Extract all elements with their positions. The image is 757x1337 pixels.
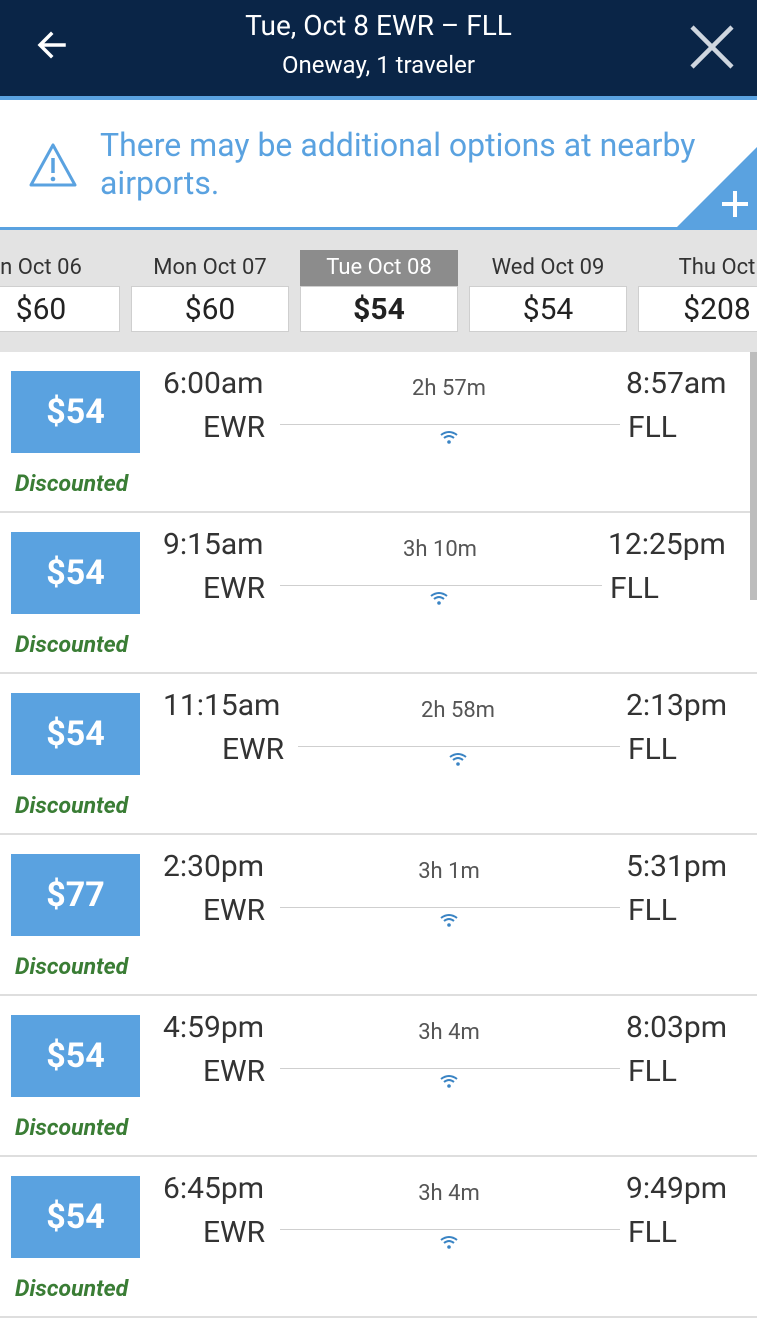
wifi-icon <box>440 1236 458 1249</box>
fare-price-button[interactable]: $54 <box>11 532 140 614</box>
discount-label: Discounted <box>15 470 129 497</box>
flight-row[interactable]: $54 Discounted 4:59pm EWR 3h 4m 8:03pm F… <box>0 996 757 1157</box>
departure-airport: EWR <box>203 1054 266 1089</box>
date-tab[interactable]: Wed Oct 09 $54 <box>469 250 627 332</box>
date-label: Wed Oct 09 <box>469 250 627 286</box>
date-tab[interactable]: n Oct 06 $60 <box>0 250 120 332</box>
flight-results-list: $54 Discounted 6:00am EWR 2h 57m 8:57am … <box>0 352 757 1318</box>
flight-duration: 2h 58m <box>421 698 495 723</box>
discount-label: Discounted <box>15 792 129 819</box>
route-line <box>280 1229 620 1230</box>
flight-row[interactable]: $54 Discounted 6:00am EWR 2h 57m 8:57am … <box>0 352 757 513</box>
flight-row[interactable]: $54 Discounted 6:45pm EWR 3h 4m 9:49pm F… <box>0 1157 757 1318</box>
flight-duration: 3h 10m <box>403 537 477 562</box>
arrival-airport: FLL <box>628 1215 677 1250</box>
departure-airport: EWR <box>222 732 285 767</box>
date-price: $60 <box>0 286 120 332</box>
discount-label: Discounted <box>15 631 129 658</box>
discount-label: Discounted <box>15 1114 129 1141</box>
close-icon[interactable] <box>688 23 736 71</box>
arrival-airport: FLL <box>628 732 677 767</box>
app-header: Tue, Oct 8 EWR – FLL Oneway, 1 traveler <box>0 0 757 100</box>
flight-row[interactable]: $54 Discounted 11:15am EWR 2h 58m 2:13pm… <box>0 674 757 835</box>
arrival-time: 9:49pm <box>626 1171 728 1206</box>
date-tab[interactable]: Thu Oct $208 <box>638 250 757 332</box>
flight-duration: 3h 4m <box>418 1181 480 1206</box>
flight-duration: 3h 1m <box>418 859 480 884</box>
page-subtitle: Oneway, 1 traveler <box>282 51 475 79</box>
flight-row[interactable]: $54 Discounted 9:15am EWR 3h 10m 12:25pm… <box>0 513 757 674</box>
arrival-airport: FLL <box>628 410 677 445</box>
route-line <box>280 907 620 908</box>
fare-price-button[interactable]: $54 <box>11 1015 140 1097</box>
discount-label: Discounted <box>15 1275 129 1302</box>
arrival-time: 8:57am <box>626 366 727 401</box>
date-label: n Oct 06 <box>0 250 120 286</box>
fare-price-button[interactable]: $77 <box>11 854 140 936</box>
route-line <box>280 1068 620 1069</box>
arrival-airport: FLL <box>628 893 677 928</box>
departure-airport: EWR <box>203 410 266 445</box>
arrival-airport: FLL <box>610 571 659 606</box>
wifi-icon <box>430 592 448 605</box>
warning-triangle-icon <box>29 143 77 187</box>
departure-airport: EWR <box>203 1215 266 1250</box>
page-title: Tue, Oct 8 EWR – FLL <box>245 9 512 42</box>
route-line <box>280 424 620 425</box>
wifi-icon <box>440 1075 458 1088</box>
departure-airport: EWR <box>203 893 266 928</box>
date-tab-selected[interactable]: Tue Oct 08 $54 <box>300 250 458 332</box>
flight-duration: 2h 57m <box>412 376 486 401</box>
discount-label: Discounted <box>15 953 129 980</box>
arrival-time: 12:25pm <box>608 527 726 562</box>
date-price: $54 <box>469 286 627 332</box>
wifi-icon <box>440 431 458 444</box>
flight-duration: 3h 4m <box>418 1020 480 1045</box>
wifi-icon <box>449 753 467 766</box>
fare-price-button[interactable]: $54 <box>11 1176 140 1258</box>
departure-airport: EWR <box>203 571 266 606</box>
departure-time: 6:45pm <box>163 1171 265 1206</box>
date-selector: n Oct 06 $60 Mon Oct 07 $60 Tue Oct 08 $… <box>0 230 757 352</box>
plus-icon[interactable] <box>677 147 757 227</box>
fare-price-button[interactable]: $54 <box>11 371 140 453</box>
route-line <box>298 746 620 747</box>
date-price: $208 <box>638 286 757 332</box>
arrival-time: 5:31pm <box>626 849 728 884</box>
nearby-airports-message: There may be additional options at nearb… <box>100 126 696 202</box>
date-label: Thu Oct <box>638 250 757 286</box>
date-label: Mon Oct 07 <box>131 250 289 286</box>
wifi-icon <box>440 914 458 927</box>
scrollbar[interactable] <box>750 352 757 600</box>
arrival-airport: FLL <box>628 1054 677 1089</box>
departure-time: 6:00am <box>163 366 264 401</box>
departure-time: 11:15am <box>163 688 281 723</box>
date-price: $60 <box>131 286 289 332</box>
date-tab[interactable]: Mon Oct 07 $60 <box>131 250 289 332</box>
departure-time: 4:59pm <box>163 1010 265 1045</box>
nearby-airports-banner[interactable]: There may be additional options at nearb… <box>0 100 757 230</box>
route-line <box>280 585 602 586</box>
date-label: Tue Oct 08 <box>300 250 458 286</box>
arrival-time: 2:13pm <box>626 688 728 723</box>
flight-row[interactable]: $77 Discounted 2:30pm EWR 3h 1m 5:31pm F… <box>0 835 757 996</box>
fare-price-button[interactable]: $54 <box>11 693 140 775</box>
departure-time: 9:15am <box>163 527 264 562</box>
departure-time: 2:30pm <box>163 849 265 884</box>
date-price: $54 <box>300 286 458 332</box>
arrival-time: 8:03pm <box>626 1010 728 1045</box>
